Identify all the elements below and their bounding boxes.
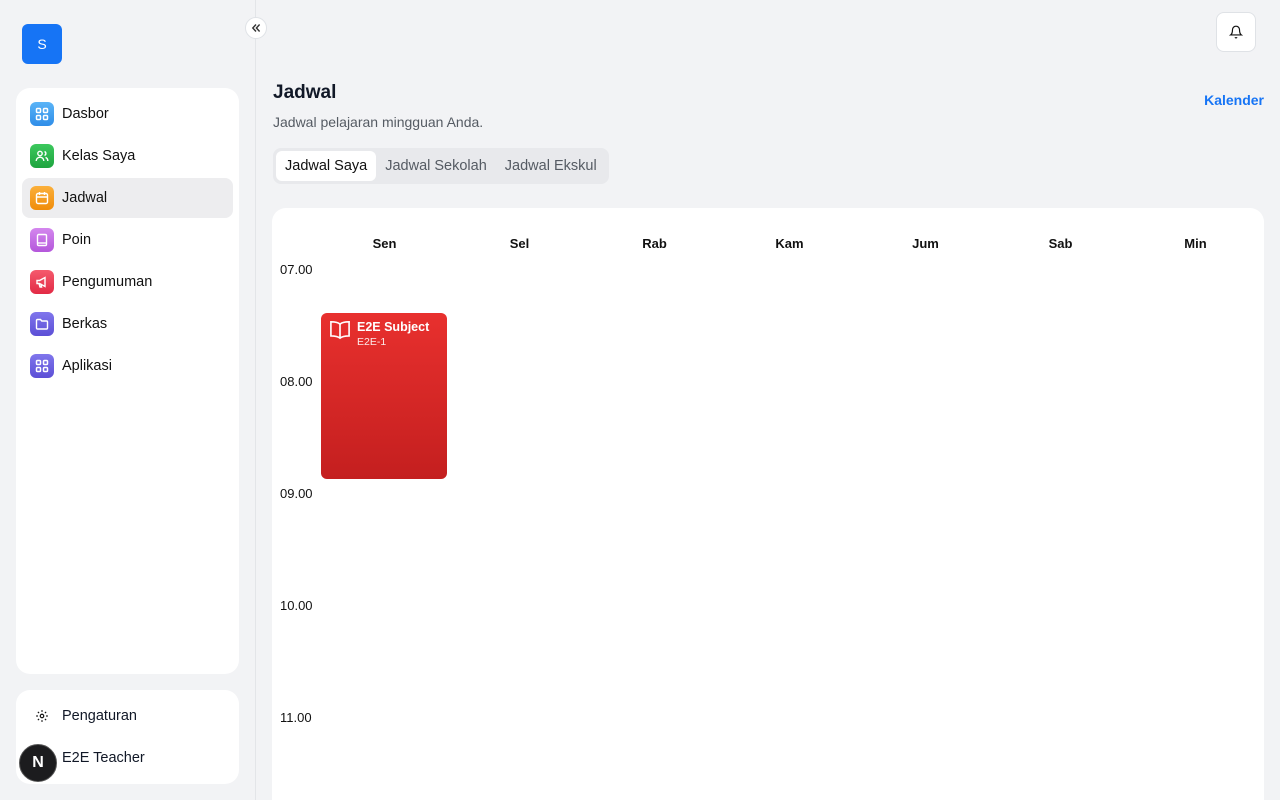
day-header: Min bbox=[1184, 236, 1207, 251]
tab-jadwal-saya[interactable]: Jadwal Saya bbox=[276, 151, 377, 181]
tab-jadwal-ekskul[interactable]: Jadwal Ekskul bbox=[496, 151, 606, 181]
schedule-tabs: Jadwal Saya Jadwal Sekolah Jadwal Ekskul bbox=[273, 148, 609, 184]
collapse-sidebar-button[interactable] bbox=[245, 17, 267, 39]
app-logo[interactable]: S bbox=[22, 24, 62, 64]
time-label: 09.00 bbox=[280, 486, 313, 501]
weekly-calendar: Sen Sel Rab Kam Jum Sab Min 07.00 08.00 … bbox=[272, 208, 1264, 800]
page-title: Jadwal bbox=[273, 82, 337, 103]
sidebar-item-kelas-saya[interactable]: Kelas Saya bbox=[22, 136, 233, 176]
gear-icon bbox=[30, 704, 54, 728]
day-header: Sab bbox=[1048, 236, 1073, 251]
sidebar-item-aplikasi[interactable]: Aplikasi bbox=[22, 346, 233, 386]
day-header: Kam bbox=[775, 236, 804, 251]
sidebar-item-label: Poin bbox=[62, 232, 92, 248]
sidebar-item-dasbor[interactable]: Dasbor bbox=[22, 94, 233, 134]
nav-menu: Dasbor Kelas Saya Jadwal Poin Pengumuman bbox=[16, 88, 239, 674]
time-label: 07.00 bbox=[280, 262, 313, 277]
logo-letter: S bbox=[37, 36, 47, 52]
avatar[interactable]: N bbox=[19, 744, 57, 782]
day-header: Jum bbox=[912, 236, 939, 251]
tab-jadwal-sekolah[interactable]: Jadwal Sekolah bbox=[376, 151, 496, 181]
page-subtitle: Jadwal pelajaran mingguan Anda. bbox=[273, 114, 484, 130]
avatar-letter: N bbox=[32, 754, 44, 771]
day-header: Sen bbox=[372, 236, 397, 251]
time-label: 10.00 bbox=[280, 598, 313, 613]
day-header: Rab bbox=[642, 236, 667, 251]
bell-icon bbox=[1229, 25, 1243, 39]
calendar-link[interactable]: Kalender bbox=[1204, 92, 1264, 108]
sidebar-item-label: Kelas Saya bbox=[62, 148, 136, 164]
day-header: Sel bbox=[509, 236, 530, 251]
sidebar-item-label: Aplikasi bbox=[62, 358, 112, 374]
sidebar: S Dasbor Kelas Saya Jadwal Poin Pengumum… bbox=[0, 0, 256, 800]
user-name: E2E Teacher bbox=[62, 750, 145, 766]
book-icon bbox=[30, 228, 54, 252]
calendar-icon bbox=[30, 186, 54, 210]
event-title: E2E Subject bbox=[357, 320, 430, 334]
time-label: 11.00 bbox=[280, 710, 312, 725]
sidebar-item-label: Berkas bbox=[62, 316, 108, 332]
sidebar-item-poin[interactable]: Poin bbox=[22, 220, 233, 260]
sidebar-item-pengaturan[interactable]: Pengaturan bbox=[16, 696, 239, 736]
users-icon bbox=[30, 144, 54, 168]
sidebar-item-label: Jadwal bbox=[62, 190, 108, 206]
settings-label: Pengaturan bbox=[62, 708, 137, 724]
sidebar-item-label: Dasbor bbox=[62, 106, 109, 122]
sidebar-item-label: Pengumuman bbox=[62, 274, 153, 290]
schedule-event[interactable]: E2E Subject E2E-1 bbox=[321, 313, 447, 479]
time-label: 08.00 bbox=[280, 374, 313, 389]
sidebar-item-pengumuman[interactable]: Pengumuman bbox=[22, 262, 233, 302]
apps-icon bbox=[30, 354, 54, 378]
sidebar-item-berkas[interactable]: Berkas bbox=[22, 304, 233, 344]
megaphone-icon bbox=[30, 270, 54, 294]
dashboard-icon bbox=[30, 102, 54, 126]
open-book-icon bbox=[330, 320, 350, 340]
sidebar-item-jadwal[interactable]: Jadwal bbox=[22, 178, 233, 218]
chevrons-left-icon bbox=[251, 24, 261, 32]
event-room: E2E-1 bbox=[357, 336, 387, 348]
folder-icon bbox=[30, 312, 54, 336]
notifications-button[interactable] bbox=[1216, 12, 1256, 52]
